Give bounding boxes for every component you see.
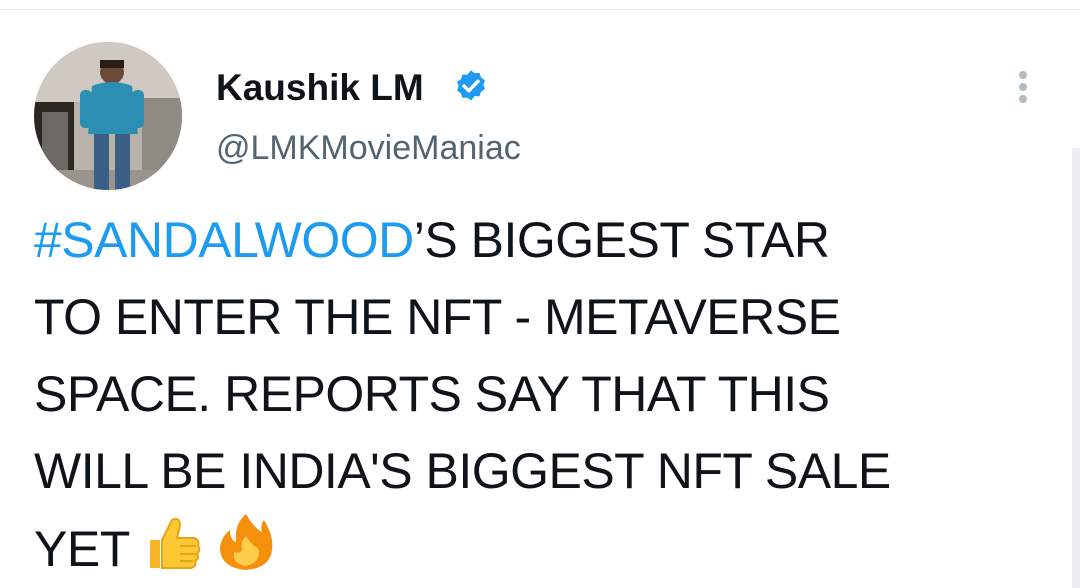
author-handle[interactable]: @LMKMovieManiac	[216, 126, 521, 170]
tweet-line-1: #SANDALWOOD’S BIGGEST STAR	[34, 202, 1054, 279]
tweet-line-5: YET	[34, 510, 1054, 587]
tweet-text: #SANDALWOOD’S BIGGEST STAR TO ENTER THE …	[34, 202, 1054, 587]
thumbs-up-emoji-icon	[140, 510, 204, 574]
top-divider	[0, 9, 1080, 10]
tweet-text-segment: YET	[34, 521, 130, 577]
author-display-name[interactable]: Kaushik LM	[216, 66, 424, 110]
verified-badge-icon	[452, 68, 490, 106]
scrollbar[interactable]	[1072, 148, 1080, 588]
tweet-line-2: TO ENTER THE NFT - METAVERSE	[34, 289, 841, 345]
tweet-line-4: WILL BE INDIA'S BIGGEST NFT SALE	[34, 443, 891, 499]
avatar[interactable]	[34, 42, 182, 190]
hashtag-link[interactable]: #SANDALWOOD	[34, 212, 414, 268]
fire-emoji-icon	[214, 510, 278, 574]
tweet-text-segment: ’S BIGGEST STAR	[413, 212, 830, 268]
more-vertical-icon[interactable]	[1008, 68, 1038, 108]
tweet-line-3: SPACE. REPORTS SAY THAT THIS	[34, 366, 830, 422]
